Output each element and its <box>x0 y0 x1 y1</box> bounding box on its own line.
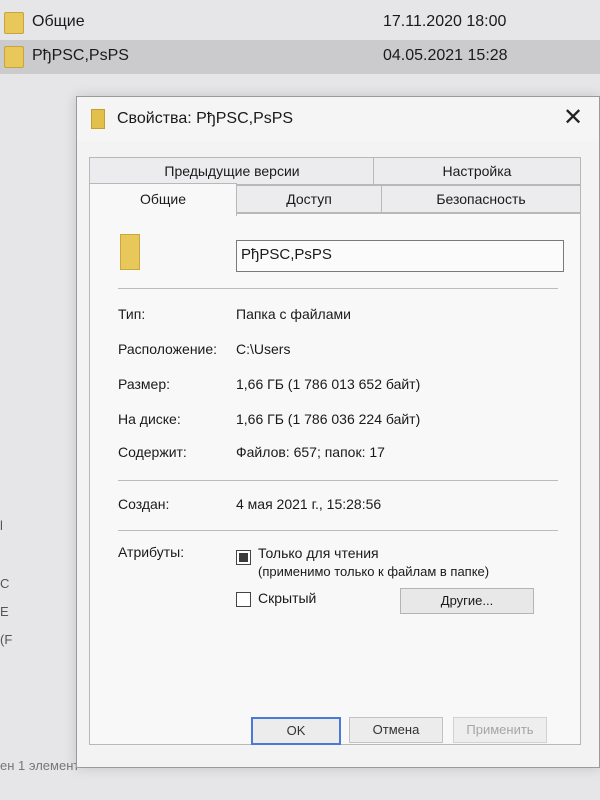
tab-settings[interactable]: Настройка <box>373 157 581 185</box>
prop-label-location: Расположение: <box>118 341 218 357</box>
side-fragment: l <box>0 518 3 533</box>
indeterminate-mark-icon <box>239 553 248 562</box>
prop-label-on-disk: На диске: <box>118 411 181 427</box>
prop-label-contains: Содержит: <box>118 444 187 460</box>
prop-value-size: 1,66 ГБ (1 786 013 652 байт) <box>236 376 421 392</box>
close-button[interactable]: ✕ <box>559 103 587 133</box>
folder-name-value: РђPSC,PsPS <box>241 246 332 263</box>
apply-button[interactable]: Применить <box>453 717 547 743</box>
explorer-row-date: 17.11.2020 18:00 <box>383 13 507 30</box>
readonly-note: (применимо только к файлам в папке) <box>258 564 490 579</box>
prop-value-on-disk: 1,66 ГБ (1 786 036 224 байт) <box>236 411 421 427</box>
tab-general[interactable]: Общие <box>89 183 237 216</box>
side-fragment: E <box>0 604 9 619</box>
folder-name-input[interactable]: РђPSC,PsPS <box>236 240 564 272</box>
prop-label-type: Тип: <box>118 306 146 322</box>
explorer-row-name: Общие <box>32 13 85 30</box>
explorer-row-selected[interactable]: РђPSC,PsPS 04.05.2021 15:28 <box>0 40 600 74</box>
separator <box>118 480 558 481</box>
separator <box>118 530 558 531</box>
prop-label-size: Размер: <box>118 376 171 392</box>
separator <box>118 288 558 289</box>
properties-dialog: Свойства: РђPSC,PsPS ✕ Предыдущие версии… <box>76 96 600 768</box>
hidden-label[interactable]: Скрытый <box>258 590 316 606</box>
cancel-button[interactable]: Отмена <box>349 717 443 743</box>
hidden-checkbox[interactable] <box>236 592 251 607</box>
readonly-checkbox[interactable] <box>236 550 251 565</box>
explorer-row-date: 04.05.2021 15:28 <box>383 47 508 64</box>
prop-value-created: 4 мая 2021 г., 15:28:56 <box>236 496 382 512</box>
ok-button[interactable]: OK <box>251 717 341 745</box>
prop-value-type: Папка с файлами <box>236 306 351 322</box>
prop-value-location: C:\Users <box>236 341 291 357</box>
explorer-row-name: РђPSC,PsPS <box>32 47 129 64</box>
explorer-row-general[interactable]: Общие 17.11.2020 18:00 <box>0 6 600 40</box>
folder-icon <box>120 234 140 270</box>
folder-icon <box>4 12 24 34</box>
prop-label-created: Создан: <box>118 496 170 512</box>
tab-previous-versions[interactable]: Предыдущие версии <box>89 157 375 185</box>
general-tab-panel: РђPSC,PsPS Тип: Папка с файлами Располож… <box>89 213 581 745</box>
side-fragment: (F <box>0 632 13 647</box>
attributes-label: Атрибуты: <box>118 544 185 560</box>
tab-security[interactable]: Безопасность <box>381 185 581 213</box>
prop-value-contains: Файлов: 657; папок: 17 <box>236 444 385 460</box>
dialog-titlebar[interactable]: Свойства: РђPSC,PsPS ✕ <box>77 97 599 141</box>
dialog-title: Свойства: РђPSC,PsPS <box>117 110 294 127</box>
folder-icon <box>91 109 105 129</box>
tab-access[interactable]: Доступ <box>235 185 383 213</box>
folder-icon <box>4 46 24 68</box>
other-attributes-button[interactable]: Другие... <box>400 588 534 614</box>
side-fragment: C <box>0 576 10 591</box>
readonly-label[interactable]: Только для чтения <box>258 545 379 561</box>
status-bar-text: ен 1 элемент <box>0 758 80 773</box>
